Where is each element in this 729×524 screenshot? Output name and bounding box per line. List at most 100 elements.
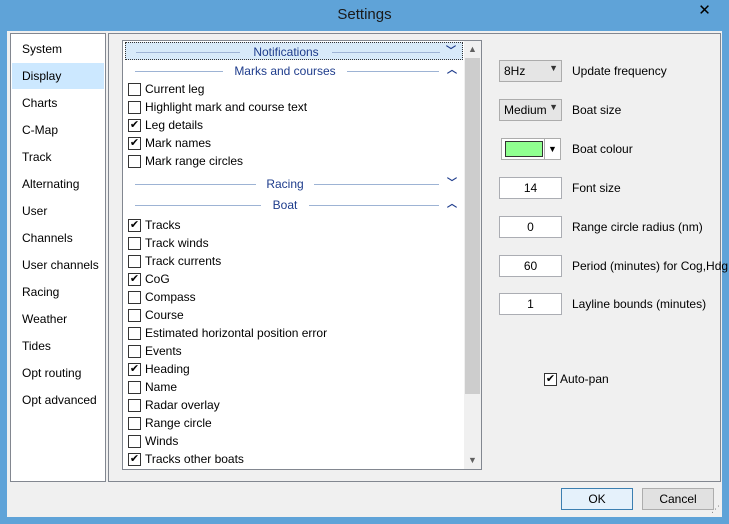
chevron-down-icon: ▼ [549, 63, 558, 73]
checkbox[interactable] [128, 101, 141, 114]
nav-item-racing[interactable]: Racing [12, 279, 104, 305]
range-circle-radius-input[interactable]: 0 [499, 216, 562, 238]
list-item-label: Current leg [145, 82, 205, 96]
checkbox[interactable]: ✔ [128, 453, 141, 466]
list-item-label: CoG [145, 272, 170, 286]
list-item[interactable]: ✔ Heading [128, 360, 458, 378]
chevron-down-icon[interactable]: ﹀ [444, 43, 458, 61]
checkbox[interactable] [128, 327, 141, 340]
checkbox[interactable] [128, 399, 141, 412]
list-item[interactable]: Name [128, 378, 458, 396]
scroll-up-icon[interactable]: ▲ [464, 41, 481, 58]
title-bar[interactable]: Settings ✕ [0, 0, 729, 31]
display-options-list[interactable]: ▲ ▼ Notifications ﹀ Marks and courses ︿ Curr… [122, 40, 482, 470]
nav-item-display[interactable]: Display [12, 63, 104, 89]
nav-item-tides[interactable]: Tides [12, 333, 104, 359]
list-item[interactable]: ✔ Leg details [128, 116, 458, 134]
list-item-label: Compass [145, 290, 196, 304]
checkbox[interactable]: ✔ [128, 119, 141, 132]
checkbox[interactable] [128, 237, 141, 250]
close-button[interactable]: ✕ [686, 0, 723, 22]
list-item[interactable]: Range circle [128, 414, 458, 432]
list-item-label: Events [145, 344, 182, 358]
section-header-boat[interactable]: Boat ︿ [125, 196, 463, 214]
scroll-thumb[interactable] [465, 58, 480, 394]
list-item[interactable]: ✔ Tracks other boats [128, 450, 458, 468]
section-header-notifications[interactable]: Notifications ﹀ [125, 42, 463, 60]
list-item[interactable]: ✔ CoG [128, 270, 458, 288]
nav-item-opt-routing[interactable]: Opt routing [12, 360, 104, 386]
checkbox[interactable]: ✔ [128, 137, 141, 150]
list-item-label: Track currents [145, 254, 222, 268]
auto-pan-checkbox[interactable]: ✔ Auto-pan [544, 370, 644, 388]
font-size-input[interactable]: 14 [499, 177, 562, 199]
range-circle-radius-label: Range circle radius (nm) [572, 220, 703, 234]
nav-item-user-channels[interactable]: User channels [12, 252, 104, 278]
list-item-label: Mark names [145, 136, 212, 150]
section-divider [347, 71, 439, 72]
section-label: Marks and courses [234, 64, 336, 78]
list-item-label: Mark range circles [145, 154, 244, 168]
checkbox[interactable]: ✔ [128, 363, 141, 376]
list-item[interactable]: Winds [128, 432, 458, 450]
checkbox[interactable] [128, 83, 141, 96]
list-item[interactable]: Estimated horizontal position error [128, 324, 458, 342]
cancel-button[interactable]: Cancel [642, 488, 714, 510]
list-item[interactable]: Track winds [128, 234, 458, 252]
list-item-label: Course [145, 308, 184, 322]
list-item[interactable]: Highlight mark and course text [128, 98, 458, 116]
list-item[interactable]: Radar overlay [128, 396, 458, 414]
section-header-marks[interactable]: Marks and courses ︿ [125, 62, 463, 80]
list-item[interactable]: ✔ Mark names [128, 134, 458, 152]
nav-item-opt-advanced[interactable]: Opt advanced [12, 387, 104, 413]
checkbox[interactable] [128, 291, 141, 304]
list-item[interactable]: Events [128, 342, 458, 360]
checkbox[interactable] [128, 309, 141, 322]
checkbox[interactable]: ✔ [128, 273, 141, 286]
checkbox[interactable]: ✔ [128, 219, 141, 232]
boat-size-value: Medium [504, 103, 547, 117]
nav-item-c-map[interactable]: C-Map [12, 117, 104, 143]
layline-bounds-input[interactable]: 1 [499, 293, 562, 315]
list-item[interactable]: Compass [128, 288, 458, 306]
section-header-racing[interactable]: Racing ﹀ [125, 175, 463, 193]
update-frequency-select[interactable]: 8Hz ▼ [499, 60, 562, 82]
boat-size-select[interactable]: Medium ▼ [499, 99, 562, 121]
section-label: Notifications [253, 45, 319, 59]
list-item-label: Track winds [145, 236, 209, 250]
checkbox[interactable] [128, 255, 141, 268]
section-divider [314, 184, 439, 185]
nav-item-channels[interactable]: Channels [12, 225, 104, 251]
scroll-down-icon[interactable]: ▼ [464, 452, 481, 469]
list-scrollbar[interactable]: ▲ ▼ [464, 41, 481, 469]
list-item-label: Highlight mark and course text [145, 100, 308, 114]
boat-colour-select[interactable]: ▼ [501, 138, 561, 160]
chevron-up-icon[interactable]: ︿ [445, 62, 459, 80]
list-item[interactable]: Track currents [128, 252, 458, 270]
checkbox[interactable] [128, 417, 141, 430]
chevron-up-icon[interactable]: ︿ [445, 196, 459, 214]
nav-item-system[interactable]: System [12, 36, 104, 62]
list-item[interactable]: Mark range circles [128, 152, 458, 170]
checkbox[interactable] [128, 435, 141, 448]
layline-bounds-label: Layline bounds (minutes) [572, 297, 707, 311]
resize-grip-icon[interactable]: ⋰ [711, 504, 720, 515]
section-divider [135, 184, 256, 185]
list-item[interactable]: ✔ Tracks [128, 216, 458, 234]
list-item-label: Heading [145, 362, 190, 376]
checkbox[interactable] [128, 381, 141, 394]
nav-item-weather[interactable]: Weather [12, 306, 104, 332]
period-input[interactable]: 60 [499, 255, 562, 277]
display-settings-panel: ▲ ▼ Notifications ﹀ Marks and courses ︿ Curr… [108, 33, 728, 482]
nav-item-user[interactable]: User [12, 198, 104, 224]
list-item[interactable]: Current leg [128, 80, 458, 98]
nav-item-charts[interactable]: Charts [12, 90, 104, 116]
nav-item-alternating[interactable]: Alternating [12, 171, 104, 197]
nav-item-track[interactable]: Track [12, 144, 104, 170]
checkbox[interactable] [128, 345, 141, 358]
ok-button[interactable]: OK [561, 488, 633, 510]
auto-pan-check[interactable]: ✔ [544, 373, 557, 386]
chevron-down-icon[interactable]: ﹀ [445, 175, 459, 193]
list-item[interactable]: Course [128, 306, 458, 324]
checkbox[interactable] [128, 155, 141, 168]
